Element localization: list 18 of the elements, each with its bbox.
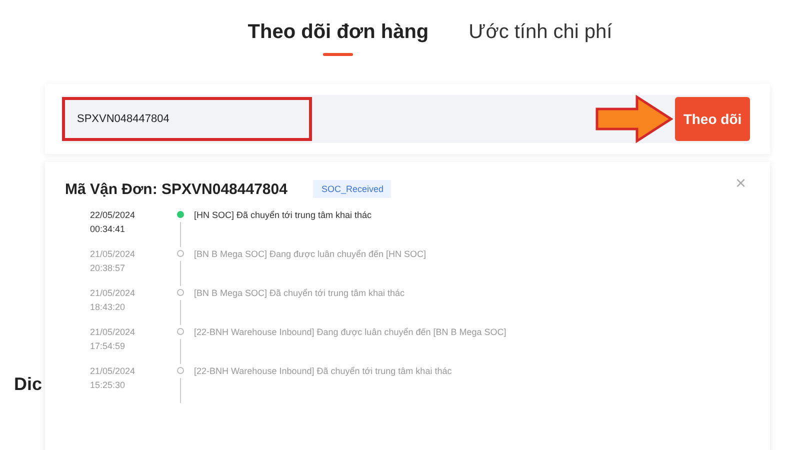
event-timestamp: 21/05/2024 18:43:20: [90, 287, 136, 314]
section-heading: Dic: [14, 374, 42, 395]
event-timestamp: 22/05/2024 00:34:41: [90, 209, 136, 236]
event-description: [22-BNH Warehouse Inbound] Đã chuyển tới trung tâm khai thác: [194, 365, 452, 378]
event-timestamp: 21/05/2024 20:38:57: [90, 248, 136, 275]
event-timestamp: 21/05/2024 15:25:30: [90, 365, 136, 392]
tracking-input-field[interactable]: SPXVN048447804: [62, 97, 312, 141]
arrow-icon: [595, 94, 673, 144]
track-button[interactable]: Theo dõi: [675, 97, 750, 141]
status-tag: SOC_Received: [313, 180, 392, 198]
event-description: [BN B Mega SOC] Đang được luân chuyển đến [HN SOC]: [194, 248, 426, 261]
waybill-title: Mã Vận Đơn: SPXVN048447804: [65, 180, 288, 198]
event-description: [BN B Mega SOC] Đã chuyển tới trung tâm khai thác: [194, 287, 404, 300]
tab[interactable]: Ước tính chi phí: [468, 20, 612, 54]
tab[interactable]: Theo dõi đơn hàng: [248, 20, 429, 54]
event-description: [HN SOC] Đã chuyển tới trung tâm khai thác: [194, 209, 372, 222]
event-timestamp: 21/05/2024 17:54:59: [90, 326, 136, 353]
event-description: [22-BNH Warehouse Inbound] Đang được luân chuyển đến [BN B Mega SOC]: [194, 326, 506, 339]
